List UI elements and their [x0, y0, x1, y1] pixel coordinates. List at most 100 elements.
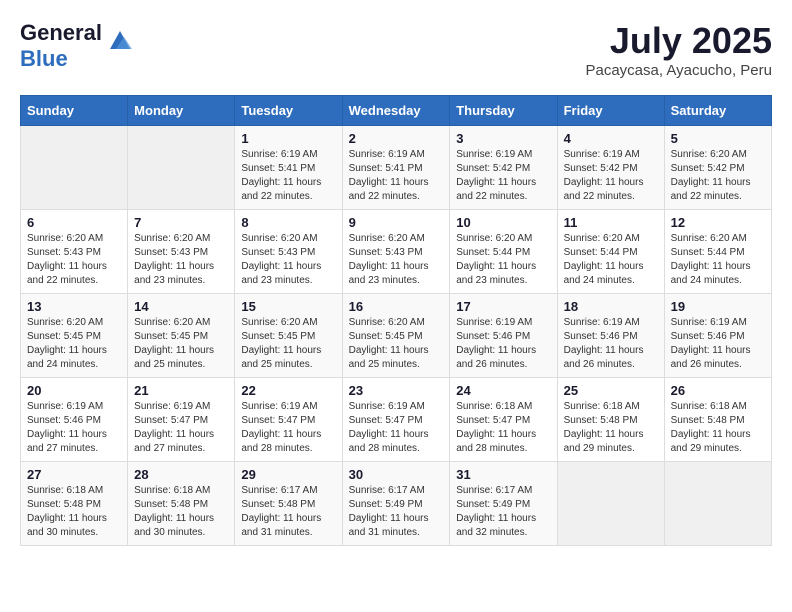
day-number: 18: [564, 299, 658, 314]
day-number: 13: [27, 299, 121, 314]
calendar-week-row: 27 Sunrise: 6:18 AM Sunset: 5:48 PM Dayli…: [21, 462, 772, 546]
day-info: Sunrise: 6:19 AM Sunset: 5:46 PM Dayligh…: [564, 316, 658, 372]
title-section: July 2025 Pacaycasa, Ayacucho, Peru: [585, 20, 772, 79]
calendar-day-cell: 31 Sunrise: 6:17 AM Sunset: 5:49 PM Dayli…: [450, 462, 557, 546]
day-number: 5: [671, 131, 765, 146]
day-info: Sunrise: 6:17 AM Sunset: 5:49 PM Dayligh…: [349, 484, 444, 540]
calendar-day-cell: 25 Sunrise: 6:18 AM Sunset: 5:48 PM Dayli…: [557, 378, 664, 462]
calendar-day-cell: 1Sunrise: 6:19 AM Sunset: 5:41 PM Daylig…: [235, 126, 342, 210]
day-info: Sunrise: 6:20 AM Sunset: 5:43 PM Dayligh…: [27, 232, 121, 288]
calendar-day-cell: 15 Sunrise: 6:20 AM Sunset: 5:45 PM Dayli…: [235, 294, 342, 378]
calendar-day-cell: 13 Sunrise: 6:20 AM Sunset: 5:45 PM Dayli…: [21, 294, 128, 378]
day-number: 3: [456, 131, 550, 146]
calendar-day-cell: [664, 462, 771, 546]
calendar-day-cell: 4 Sunrise: 6:19 AM Sunset: 5:42 PM Daylig…: [557, 126, 664, 210]
calendar-day-cell: 8 Sunrise: 6:20 AM Sunset: 5:43 PM Daylig…: [235, 210, 342, 294]
day-of-week-header: Tuesday: [235, 96, 342, 126]
calendar-day-cell: 29 Sunrise: 6:17 AM Sunset: 5:48 PM Dayli…: [235, 462, 342, 546]
calendar-day-cell: [557, 462, 664, 546]
calendar-day-cell: 27 Sunrise: 6:18 AM Sunset: 5:48 PM Dayli…: [21, 462, 128, 546]
day-number: 6: [27, 215, 121, 230]
day-info: Sunrise: 6:19 AM Sunset: 5:41 PM Dayligh…: [349, 148, 444, 204]
day-number: 26: [671, 383, 765, 398]
day-number: 20: [27, 383, 121, 398]
day-number: 16: [349, 299, 444, 314]
calendar-week-row: 13 Sunrise: 6:20 AM Sunset: 5:45 PM Dayli…: [21, 294, 772, 378]
day-info: Sunrise: 6:17 AM Sunset: 5:48 PM Dayligh…: [241, 484, 335, 540]
day-info: Sunrise: 6:19 AM Sunset: 5:42 PM Dayligh…: [456, 148, 550, 204]
calendar-day-cell: 10Sunrise: 6:20 AM Sunset: 5:44 PM Dayli…: [450, 210, 557, 294]
calendar-day-cell: 11Sunrise: 6:20 AM Sunset: 5:44 PM Dayli…: [557, 210, 664, 294]
day-number: 1: [241, 131, 335, 146]
calendar-day-cell: 17 Sunrise: 6:19 AM Sunset: 5:46 PM Dayli…: [450, 294, 557, 378]
day-info: Sunrise: 6:20 AM Sunset: 5:43 PM Dayligh…: [241, 232, 335, 288]
day-info: Sunrise: 6:20 AM Sunset: 5:43 PM Dayligh…: [349, 232, 444, 288]
day-number: 4: [564, 131, 658, 146]
day-number: 2: [349, 131, 444, 146]
logo: General Blue: [20, 20, 134, 73]
day-number: 15: [241, 299, 335, 314]
calendar-day-cell: 23Sunrise: 6:19 AM Sunset: 5:47 PM Dayli…: [342, 378, 450, 462]
day-info: Sunrise: 6:19 AM Sunset: 5:42 PM Dayligh…: [564, 148, 658, 204]
day-info: Sunrise: 6:19 AM Sunset: 5:46 PM Dayligh…: [456, 316, 550, 372]
day-info: Sunrise: 6:20 AM Sunset: 5:45 PM Dayligh…: [27, 316, 121, 372]
logo-icon: [106, 29, 134, 56]
day-number: 7: [134, 215, 228, 230]
day-number: 22: [241, 383, 335, 398]
day-info: Sunrise: 6:18 AM Sunset: 5:48 PM Dayligh…: [671, 400, 765, 456]
day-number: 25: [564, 383, 658, 398]
calendar-day-cell: 20Sunrise: 6:19 AM Sunset: 5:46 PM Dayli…: [21, 378, 128, 462]
day-number: 9: [349, 215, 444, 230]
calendar-day-cell: 9 Sunrise: 6:20 AM Sunset: 5:43 PM Daylig…: [342, 210, 450, 294]
day-info: Sunrise: 6:18 AM Sunset: 5:47 PM Dayligh…: [456, 400, 550, 456]
calendar-day-cell: 16 Sunrise: 6:20 AM Sunset: 5:45 PM Dayli…: [342, 294, 450, 378]
day-of-week-header: Friday: [557, 96, 664, 126]
day-number: 28: [134, 467, 228, 482]
day-info: Sunrise: 6:20 AM Sunset: 5:45 PM Dayligh…: [241, 316, 335, 372]
day-info: Sunrise: 6:18 AM Sunset: 5:48 PM Dayligh…: [564, 400, 658, 456]
calendar-week-row: 1 Sunrise: 6:19 AM Sunset: 5:41 PM Daylig…: [21, 126, 772, 210]
day-info: Sunrise: 6:17 AM Sunset: 5:49 PM Dayligh…: [456, 484, 550, 540]
day-info: Sunrise: 6:19 AM Sunset: 5:47 PM Dayligh…: [349, 400, 444, 456]
day-info: Sunrise: 6:20 AM Sunset: 5:45 PM Dayligh…: [134, 316, 228, 372]
calendar-day-cell: 14 Sunrise: 6:20 AM Sunset: 5:45 PM Dayli…: [128, 294, 235, 378]
day-of-week-header: Monday: [128, 96, 235, 126]
day-info: Sunrise: 6:18 AM Sunset: 5:48 PM Dayligh…: [27, 484, 121, 540]
day-info: Sunrise: 6:19 AM Sunset: 5:47 PM Dayligh…: [134, 400, 228, 456]
day-info: Sunrise: 6:19 AM Sunset: 5:47 PM Dayligh…: [241, 400, 335, 456]
day-of-week-header: Wednesday: [342, 96, 450, 126]
calendar-week-row: 6 Sunrise: 6:20 AM Sunset: 5:43 PM Daylig…: [21, 210, 772, 294]
day-info: Sunrise: 6:19 AM Sunset: 5:46 PM Dayligh…: [671, 316, 765, 372]
day-number: 10: [456, 215, 550, 230]
day-number: 27: [27, 467, 121, 482]
calendar-day-cell: 18 Sunrise: 6:19 AM Sunset: 5:46 PM Dayli…: [557, 294, 664, 378]
day-number: 24: [456, 383, 550, 398]
calendar-week-row: 20Sunrise: 6:19 AM Sunset: 5:46 PM Dayli…: [21, 378, 772, 462]
day-number: 21: [134, 383, 228, 398]
day-number: 8: [241, 215, 335, 230]
day-info: Sunrise: 6:20 AM Sunset: 5:42 PM Dayligh…: [671, 148, 765, 204]
calendar-table: SundayMondayTuesdayWednesdayThursdayFrid…: [20, 95, 772, 546]
day-number: 29: [241, 467, 335, 482]
day-number: 12: [671, 215, 765, 230]
calendar-day-cell: 19 Sunrise: 6:19 AM Sunset: 5:46 PM Dayli…: [664, 294, 771, 378]
day-info: Sunrise: 6:20 AM Sunset: 5:44 PM Dayligh…: [671, 232, 765, 288]
calendar-day-cell: 5 Sunrise: 6:20 AM Sunset: 5:42 PM Daylig…: [664, 126, 771, 210]
calendar-day-cell: 2 Sunrise: 6:19 AM Sunset: 5:41 PM Daylig…: [342, 126, 450, 210]
day-number: 31: [456, 467, 550, 482]
location-subtitle: Pacaycasa, Ayacucho, Peru: [585, 62, 772, 79]
calendar-day-cell: 24 Sunrise: 6:18 AM Sunset: 5:47 PM Dayli…: [450, 378, 557, 462]
day-of-week-header: Saturday: [664, 96, 771, 126]
calendar-day-cell: 21 Sunrise: 6:19 AM Sunset: 5:47 PM Dayli…: [128, 378, 235, 462]
calendar-day-cell: [128, 126, 235, 210]
day-number: 19: [671, 299, 765, 314]
day-number: 17: [456, 299, 550, 314]
calendar-day-cell: 6 Sunrise: 6:20 AM Sunset: 5:43 PM Daylig…: [21, 210, 128, 294]
day-number: 11: [564, 215, 658, 230]
logo-text: General Blue: [20, 20, 102, 73]
page-header: General Blue July 2025 Pacaycasa, Ayacuc…: [20, 20, 772, 79]
calendar-day-cell: 7Sunrise: 6:20 AM Sunset: 5:43 PM Daylig…: [128, 210, 235, 294]
day-info: Sunrise: 6:20 AM Sunset: 5:45 PM Dayligh…: [349, 316, 444, 372]
day-number: 14: [134, 299, 228, 314]
day-of-week-header: Thursday: [450, 96, 557, 126]
